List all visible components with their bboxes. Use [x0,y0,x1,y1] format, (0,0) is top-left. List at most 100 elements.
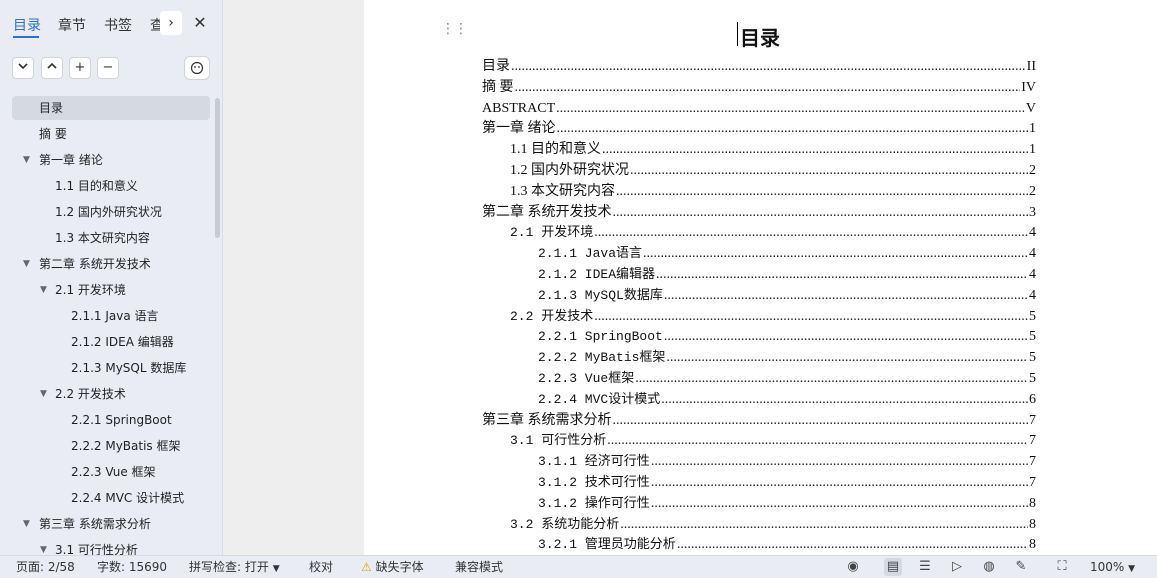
page-indicator[interactable]: 页面: 2/58 [16,559,75,575]
toc-leader-dots [613,410,1029,431]
toc-leader-dots [643,243,1028,264]
outline-item[interactable]: 2.1.1 Java 语言 [12,304,210,328]
outline-item[interactable]: ▼ 第二章 系统开发技术 [12,252,210,276]
outline-item-label: 2.2.3 Vue 框架 [71,465,156,479]
tab-toc[interactable]: 目录 [13,15,41,35]
toc-page-number: 5 [1029,371,1036,386]
outline-item[interactable]: 目录 [12,96,210,120]
word-count[interactable]: 字数: 15690 [97,559,167,575]
remove-heading-button[interactable]: − [97,57,119,79]
play-icon[interactable]: ▷ [948,558,966,576]
spellcheck-toggle[interactable]: 拼写检查: 打开 ▼ [189,559,280,577]
toc-entry-text: 第三章 系统需求分析 [482,412,612,428]
missing-font-button[interactable]: ⚠ 缺失字体 [361,559,424,575]
chevron-right-icon[interactable]: › [160,11,182,35]
toc-entry[interactable]: 目录 II [482,56,1036,77]
outline-item[interactable]: 2.1.2 IDEA 编辑器 [12,330,210,354]
toc-entry[interactable]: 第二章 系统开发技术 3 [482,202,1036,223]
outline-item[interactable]: ▼ 3.1 可行性分析 [12,538,210,555]
outline-item[interactable]: 2.2.2 MyBatis 框架 [12,434,210,458]
missing-font-label: 缺失字体 [375,560,424,574]
toc-page-number: 2 [1029,183,1036,199]
toc-entry[interactable]: ABSTRACT V [482,98,1036,119]
outline-item[interactable]: 1.1 目的和意义 [12,174,210,198]
caret-down-icon[interactable]: ▼ [23,252,30,276]
document-page[interactable]: ⋮⋮ 目录 目录 II 摘 要IVABSTRACTV第一章 绪论11.1 目的和意义… [364,0,1157,555]
toc-leader-dots [635,368,1028,389]
add-heading-button[interactable]: + [69,57,91,79]
page-view-icon[interactable]: ▤ [884,558,902,576]
toc-entry[interactable]: 3.1.2 操作可行性 8 [538,493,1036,514]
toc-leader-dots [594,306,1028,327]
toc-entry[interactable]: 1.3 本文研究内容 2 [510,181,1036,202]
toc-entry[interactable]: 1.2 国内外研究状况 2 [510,160,1036,181]
toc-entry[interactable]: 3.2.1 管理员功能分析 8 [538,534,1036,555]
toc-entry-text: ABSTRACT [482,100,556,116]
toc-entry[interactable]: 摘 要 IV [482,77,1036,98]
outline-view-icon[interactable]: ☰ [916,558,934,576]
outline-item-label: 摘 要 [39,127,67,141]
toc-page-number: 4 [1029,287,1036,303]
caret-down-icon[interactable]: ▼ [40,382,47,406]
outline-item[interactable]: ▼ 2.2 开发技术 [12,382,210,406]
chevron-down-icon: ▼ [1128,564,1136,574]
toc-entry[interactable]: 第一章 绪论 1 [482,118,1036,139]
toc-entry[interactable]: 2.1.1 Java语言 4 [538,243,1036,264]
outline-list: 目录摘 要 ▼ 第一章 绪论 1.1 目的和意义 1.2 国内外研究状况 1.3 本文研究… [0,96,215,555]
sidebar-scrollbar[interactable] [215,98,220,238]
toc-entry[interactable]: 3.2 系统功能分析 8 [510,514,1036,535]
zoom-level[interactable]: 100% ▼ [1090,559,1135,577]
tab-chapters[interactable]: 章节 [58,15,86,35]
toc-leader-dots [661,389,1028,410]
toc-entry[interactable]: 3.1 可行性分析 7 [510,430,1036,451]
toc-entry-text: 2.2.4 MVC设计模式 [538,391,661,407]
outline-item[interactable]: 2.1.3 MySQL 数据库 [12,356,210,380]
outline-item[interactable]: ▼ 第一章 绪论 [12,148,210,172]
toc-entry[interactable]: 2.1.3 MySQL数据库 4 [538,285,1036,306]
toc-leader-dots [677,534,1028,555]
outline-item[interactable]: 1.2 国内外研究状况 [12,200,210,224]
toc-leader-dots [515,77,1021,98]
collapse-all-button[interactable] [12,57,34,79]
toc-entry[interactable]: 2.2.2 MyBatis框架 5 [538,347,1036,368]
toc-entry[interactable]: 第三章 系统需求分析 7 [482,410,1036,431]
toc-page-number: II [1026,59,1036,74]
outline-item[interactable]: ▼ 第三章 系统需求分析 [12,512,210,536]
outline-item[interactable]: ▼ 2.1 开发环境 [12,278,210,302]
expand-all-button[interactable] [41,57,63,79]
toc-entry-text: 目录 [482,59,510,74]
pen-icon[interactable]: ✎ [1012,558,1030,576]
toc-entry[interactable]: 3.1.2 技术可行性 7 [538,472,1036,493]
toc-leader-dots [594,222,1028,243]
outline-item[interactable]: 2.2.1 SpringBoot [12,408,210,432]
toc-entry[interactable]: 1.1 目的和意义 1 [510,139,1036,160]
caret-down-icon[interactable]: ▼ [23,148,30,172]
close-icon[interactable]: ✕ [190,12,210,34]
compat-mode-label: 兼容模式 [455,560,504,574]
caret-down-icon[interactable]: ▼ [40,538,47,555]
proofread-button[interactable]: 校对 [309,559,333,575]
outline-item[interactable]: 2.2.3 Vue 框架 [12,460,210,484]
outline-item[interactable]: 2.2.4 MVC 设计模式 [12,486,210,510]
tab-bookmarks[interactable]: 书签 [104,15,132,35]
caret-down-icon[interactable]: ▼ [40,278,47,302]
toc-leader-dots [656,264,1028,285]
toc-entry[interactable]: 2.1 开发环境 4 [510,222,1036,243]
outline-item[interactable]: 摘 要 [12,122,210,146]
caret-down-icon[interactable]: ▼ [23,512,30,536]
eye-icon[interactable]: ◉ [844,558,862,576]
web-view-icon[interactable]: ◍ [980,558,998,576]
plus-icon: + [74,60,86,75]
toc-entry[interactable]: 2.2.3 Vue框架 5 [538,368,1036,389]
outline-item[interactable]: 1.3 本文研究内容 [12,226,210,250]
toc-entry[interactable]: 2.2.1 SpringBoot 5 [538,326,1036,347]
toc-entry[interactable]: 2.2.4 MVC设计模式 6 [538,389,1036,410]
page-title: 目录 [740,26,780,50]
ai-assistant-button[interactable] [184,56,210,80]
toc-entry[interactable]: 3.1.1 经济可行性 7 [538,451,1036,472]
fit-page-icon[interactable]: ⛶ [1053,558,1071,576]
drag-handle-icon[interactable]: ⋮⋮ [441,22,468,36]
toc-entry-text: 2.2 开发技术 [510,308,594,324]
toc-entry[interactable]: 2.2 开发技术 5 [510,306,1036,327]
toc-entry[interactable]: 2.1.2 IDEA编辑器 4 [538,264,1036,285]
